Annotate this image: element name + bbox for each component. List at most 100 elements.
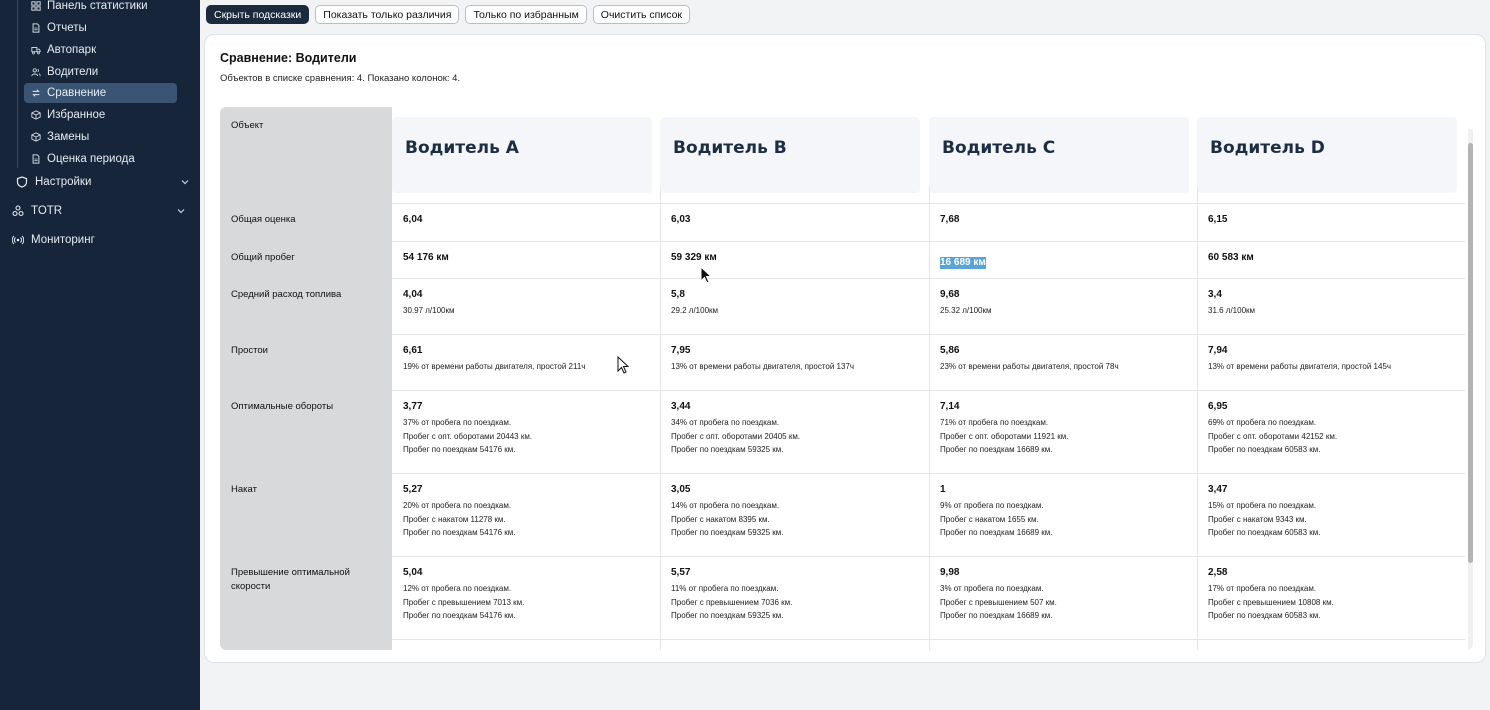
cell-detail-line: 9% от пробега по поездкам. [940,501,1044,510]
cell-details: 11% от пробега по поездкам. Пробег с прев… [671,582,792,623]
chevron-down-icon[interactable] [175,205,187,217]
cell-detail-line: 12% от пробега по поездкам. [403,584,512,593]
cell-detail-line: Пробег с опт. оборотами 42152 км. [1208,431,1338,441]
table-cell: 6,04 [403,214,422,226]
clear-list-button[interactable]: Очистить список [592,5,691,24]
truck-icon [31,45,41,55]
sidebar-item-6[interactable]: Замены [24,127,177,147]
sidebar-item-0[interactable]: Панель статистики [24,0,177,16]
cell-detail-line: Пробег по поездкам 54176 км. [403,528,516,537]
cell-detail-line: Пробег с превышением 7013 км. [403,597,525,607]
cell-detail-line: Пробег с опт. оборотами 20405 км. [671,431,801,441]
row-label: Превышение оптимальной скорости [231,567,350,592]
sidebar-item-4[interactable]: Сравнение [24,83,177,103]
cell-detail-line: Пробег с опт. оборотами 11921 км. [940,431,1069,441]
mouse-cursor-icon [700,266,712,284]
cell-value: 9,68 [940,289,960,300]
cell-detail-line: 17% от пробега по поездкам. [1208,584,1317,593]
cell-detail-line: 14% от пробега по поездкам. [671,501,780,510]
table-scroll-thumb[interactable] [1468,143,1473,563]
table-cell: 7,14 71% от пробега по поездкам. Пробег с … [940,401,1068,457]
table-cell: 59 329 км [671,252,717,264]
row-label: Общий пробег [231,252,295,263]
column-header-title: Водитель C [942,138,1056,158]
cell-value: 6,03 [671,214,691,225]
table-cell: 5,8 29.2 л/100км [671,289,718,318]
cell-detail-line: Пробег по поездкам 16689 км. [940,445,1053,454]
column-header: Водитель B [660,117,920,193]
row-label: Накат [231,484,257,495]
cell-details: 23% от времени работы двигателя, простой… [940,360,1119,374]
cell-detail-line: 13% от времени работы двигателя, простой… [1208,362,1392,371]
column-header: Водитель C [929,117,1189,193]
compare-icon [31,88,41,98]
cell-detail-line: 30.97 л/100км [403,306,455,315]
table-cell: 3,05 14% от пробега по поездкам. Пробег с … [671,484,784,540]
sidebar-item-5[interactable]: Избранное [24,105,177,125]
cube-icon [31,110,41,120]
chevron-down-icon[interactable] [179,176,191,188]
column-header-title: Водитель B [673,138,787,158]
document-icon [31,23,41,33]
cell-value: 7,95 [671,345,691,356]
table-cell: 7,95 13% от времени работы двигателя, про… [671,345,854,374]
column-divider [660,187,661,650]
table-cell: 5,04 12% от пробега по поездкам. Пробег с … [403,567,524,623]
only-differences-button[interactable]: Показать только различия [315,5,460,24]
cell-details: 29.2 л/100км [671,304,718,318]
cell-detail-line: Пробег с превышением 7036 км. [671,597,793,607]
cell-value: 7,94 [1208,345,1228,356]
sidebar-item-3[interactable]: Водители [24,62,177,82]
cell-detail-line: 69% от пробега по поездкам. [1208,418,1317,427]
table-cell: 6,61 19% от времени работы двигателя, про… [403,345,585,374]
network-icon [12,205,24,217]
row-label: Общая оценка [231,214,296,225]
table-cell: 2,58 17% от пробега по поездкам. Пробег с … [1208,567,1334,623]
cell-details: 71% от пробега по поездкам. Пробег с опт.… [940,416,1068,457]
cell-detail-line: 25.32 л/100км [940,306,992,315]
cell-value: 60 583 км [1208,252,1254,263]
sidebar-item-1[interactable]: Отчеты [24,18,177,38]
sidebar-item-label: Панель статистики [47,0,148,12]
toolbar: Скрыть подсказки Показать только различи… [206,5,691,24]
sidebar-item-label: Автопарк [47,44,97,56]
comparison-table[interactable]: Объект Водитель A Водитель B Водитель C Вод… [220,107,1473,650]
sidebar-item-label: Отчеты [47,22,87,34]
column-header: Водитель A [392,117,652,193]
cell-detail-line: Пробег по поездкам 60583 км. [1208,611,1321,620]
cell-value: 9,98 [940,567,960,578]
row-label: Торможения [231,649,381,650]
sidebar-item-2[interactable]: Автопарк [24,40,177,60]
cell-detail-line: Пробег с накатом 9343 км. [1208,514,1307,524]
sidebar-section-2[interactable]: Мониторинг [12,230,187,250]
sidebar-section-0[interactable]: Настройки [16,172,191,192]
row-label: Простои [231,345,268,356]
table-cell: 4,04 30.97 л/100км [403,289,454,318]
broadcast-icon [12,234,24,246]
sidebar-section-1[interactable]: TOTR [12,201,187,221]
cell-detail-line: Пробег с накатом 11278 км. [403,514,506,524]
table-cell: 1 9% от пробега по поездкам. Пробег с нака… [940,484,1053,540]
object-header-label: Объект [231,120,264,131]
cell-details: 13% от времени работы двигателя, простой… [1208,360,1391,374]
table-cell: 3,44 34% от пробега по поездкам. Пробег с … [671,401,800,457]
cell-detail-line: Пробег по поездкам 59325 км. [671,528,784,537]
hide-hints-button[interactable]: Скрыть подсказки [206,5,310,24]
column-divider [1197,187,1198,650]
cell-value: 3,05 [671,484,691,495]
table-cell: 3,77 37% от пробега по поездкам. Пробег с … [403,401,532,457]
document-icon [31,154,41,164]
cube-icon [31,132,41,142]
cell-detail-line: Пробег по поездкам 54176 км. [403,445,516,454]
cell-value: 3,47 [1208,484,1228,495]
mouse-cursor-icon [617,356,629,374]
only-favorites-button[interactable]: Только по избранным [465,5,587,24]
cell-detail-line: 34% от пробега по поездкам. [671,418,780,427]
sidebar-item-7[interactable]: Оценка периода [24,149,177,169]
cell-detail-line: 15% от пробега по поездкам. [1208,501,1317,510]
cell-detail-line: Пробег по поездкам 60583 км. [1208,528,1321,537]
cell-detail-line: Пробег с превышением 507 км. [940,597,1057,607]
cell-detail-line: Пробег по поездкам 60583 км. [1208,445,1321,454]
cell-details: 34% от пробега по поездкам. Пробег с опт.… [671,416,800,457]
users-icon [31,67,41,77]
